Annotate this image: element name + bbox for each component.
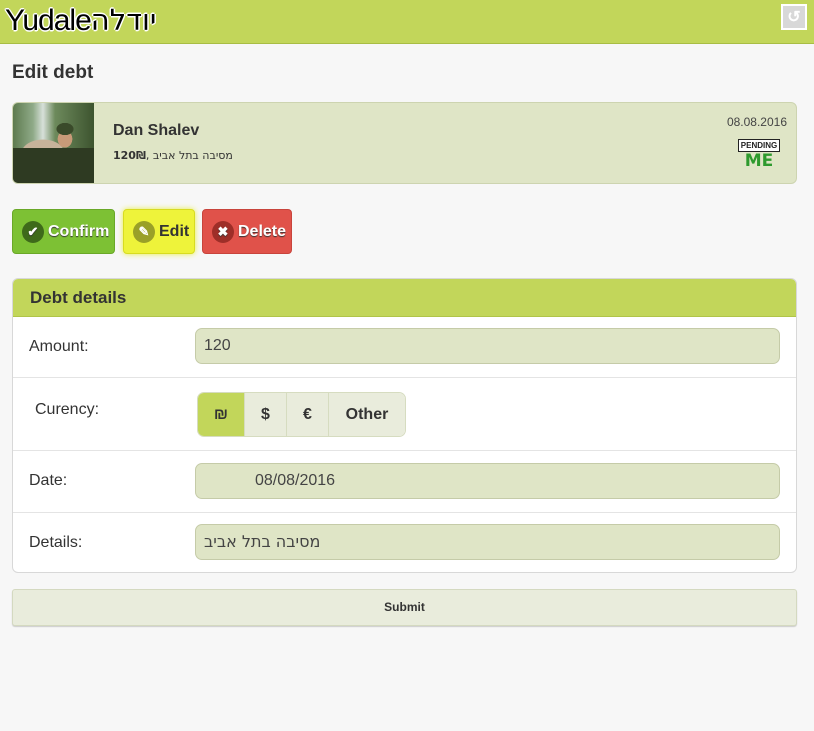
pencil-icon: ✎ (133, 220, 155, 243)
details-row: Details: מסיבה בתל אביב (13, 512, 796, 572)
page-title: Edit debt (12, 62, 94, 83)
currency-selector: ₪ $ € Other (197, 392, 406, 437)
amount-input[interactable]: 120 (195, 328, 780, 364)
delete-label: Delete (238, 222, 287, 240)
status-owner-label: ME (744, 151, 774, 171)
back-arrow-icon: ↺ (787, 9, 801, 26)
status-badge: PENDING ME (738, 139, 780, 170)
confirm-label: Confirm (48, 222, 110, 240)
details-header: Debt details (13, 279, 796, 317)
currency-option-euro[interactable]: € (287, 393, 329, 436)
details-label: Details: (29, 534, 83, 551)
debt-amount: 120₪ (113, 149, 146, 162)
confirm-button[interactable]: ✔ Confirm (12, 209, 115, 254)
currency-option-other[interactable]: Other (329, 393, 405, 436)
avatar (13, 103, 94, 183)
top-bar: Yudaleיודלה ↺ (0, 0, 814, 44)
debt-details-panel: Debt details Amount: 120 Curency: ₪ $ € … (12, 278, 797, 573)
debt-summary-card: Dan Shalev 120₪, מסיבה בתל אביב 08.08.20… (12, 102, 797, 184)
currency-label: Curency: (35, 401, 100, 418)
submit-button[interactable]: Submit (12, 589, 797, 626)
debt-description: מסיבה בתל אביב (152, 149, 233, 162)
date-label: Date: (29, 472, 68, 489)
check-icon: ✔ (22, 220, 44, 243)
person-name: Dan Shalev (113, 122, 200, 139)
logo-hebrew: יודלה (90, 3, 157, 37)
logo-latin: Yudale (5, 4, 92, 37)
edit-button[interactable]: ✎ Edit (123, 209, 195, 254)
details-input[interactable]: מסיבה בתל אביב (195, 524, 780, 560)
currency-option-shekel[interactable]: ₪ (198, 393, 245, 436)
amount-row: Amount: 120 (13, 316, 796, 377)
app-logo[interactable]: Yudaleיודלה (5, 0, 156, 40)
date-input[interactable]: 08/08/2016 (195, 463, 780, 499)
summary-separator: , (145, 149, 153, 162)
back-button[interactable]: ↺ (781, 4, 807, 30)
close-icon: ✖ (212, 220, 234, 243)
edit-label: Edit (159, 222, 190, 240)
delete-button[interactable]: ✖ Delete (202, 209, 292, 254)
debt-summary-text: 120₪, מסיבה בתל אביב (113, 149, 233, 162)
amount-label: Amount: (29, 338, 89, 355)
currency-option-dollar[interactable]: $ (245, 393, 287, 436)
date-row: Date: 08/08/2016 (13, 450, 796, 513)
currency-row: Curency: ₪ $ € Other (13, 377, 796, 451)
debt-date: 08.08.2016 (726, 115, 787, 129)
